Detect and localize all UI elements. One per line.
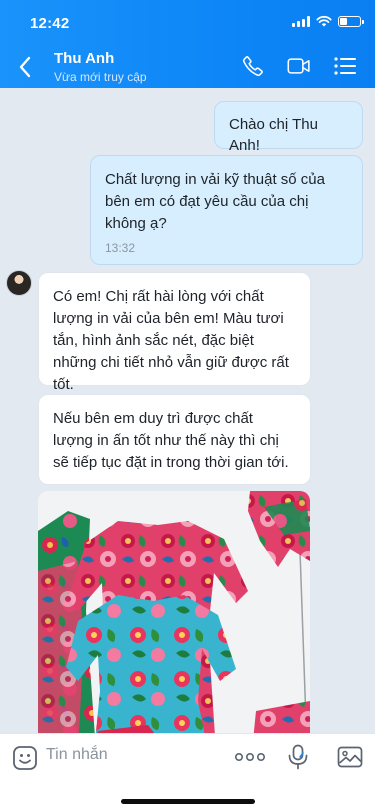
status-icons xyxy=(292,15,364,27)
message-text: Nếu bên em duy trì được chất lượng in ấn… xyxy=(53,410,289,471)
phone-icon xyxy=(242,56,263,77)
avatar[interactable] xyxy=(6,270,32,296)
message-bubble-outgoing[interactable]: Chất lượng in vải kỹ thuật số của bên em… xyxy=(90,155,363,265)
video-call-icon xyxy=(287,58,310,74)
message-text: Chào chị Thu Anh! xyxy=(229,116,318,154)
wifi-icon xyxy=(316,15,332,27)
contact-info[interactable]: Thu Anh Vừa mới truy cập xyxy=(54,50,147,84)
status-time: 12:42 xyxy=(30,15,70,32)
message-bubble-outgoing[interactable]: Chào chị Thu Anh! xyxy=(214,101,363,154)
emoji-icon xyxy=(13,746,37,770)
message-text: Có em! Chị rất hài lòng với chất lượng i… xyxy=(53,288,289,393)
voice-button[interactable] xyxy=(287,744,309,770)
emoji-button[interactable] xyxy=(12,745,38,771)
video-call-button[interactable] xyxy=(287,54,311,78)
more-icon xyxy=(234,752,265,762)
menu-button[interactable] xyxy=(333,54,357,78)
signal-icon xyxy=(292,15,310,27)
mic-icon xyxy=(288,744,308,770)
menu-icon xyxy=(334,57,356,75)
message-bubble-incoming[interactable]: Nếu bên em duy trì được chất lượng in ấn… xyxy=(38,394,311,485)
printed-fabric-dresses-image xyxy=(38,491,310,733)
back-icon xyxy=(19,56,31,78)
message-time: 13:32 xyxy=(105,241,136,255)
header-actions xyxy=(241,54,357,78)
message-input[interactable]: Tin nhắn xyxy=(46,746,108,764)
back-button[interactable] xyxy=(18,54,40,80)
chat-area[interactable]: Chào chị Thu Anh! Chất lượng in vải kỹ t… xyxy=(0,88,375,733)
message-bubble-incoming[interactable]: Có em! Chị rất hài lòng với chất lượng i… xyxy=(38,272,311,393)
message-image[interactable] xyxy=(38,491,310,733)
status-bar: 12:42 xyxy=(0,0,375,44)
call-button[interactable] xyxy=(241,54,265,78)
battery-icon xyxy=(338,15,364,27)
more-button[interactable] xyxy=(234,750,265,764)
message-input-bar: Tin nhắn xyxy=(0,733,375,812)
image-icon xyxy=(337,746,363,768)
contact-status: Vừa mới truy cập xyxy=(54,70,147,84)
contact-name: Thu Anh xyxy=(54,50,115,67)
message-text: Chất lượng in vải kỹ thuật số của bên em… xyxy=(105,171,325,232)
chat-header: 12:42 Thu Anh Vừa mới truy cập xyxy=(0,0,375,88)
home-indicator xyxy=(121,799,255,804)
image-button[interactable] xyxy=(337,746,363,768)
